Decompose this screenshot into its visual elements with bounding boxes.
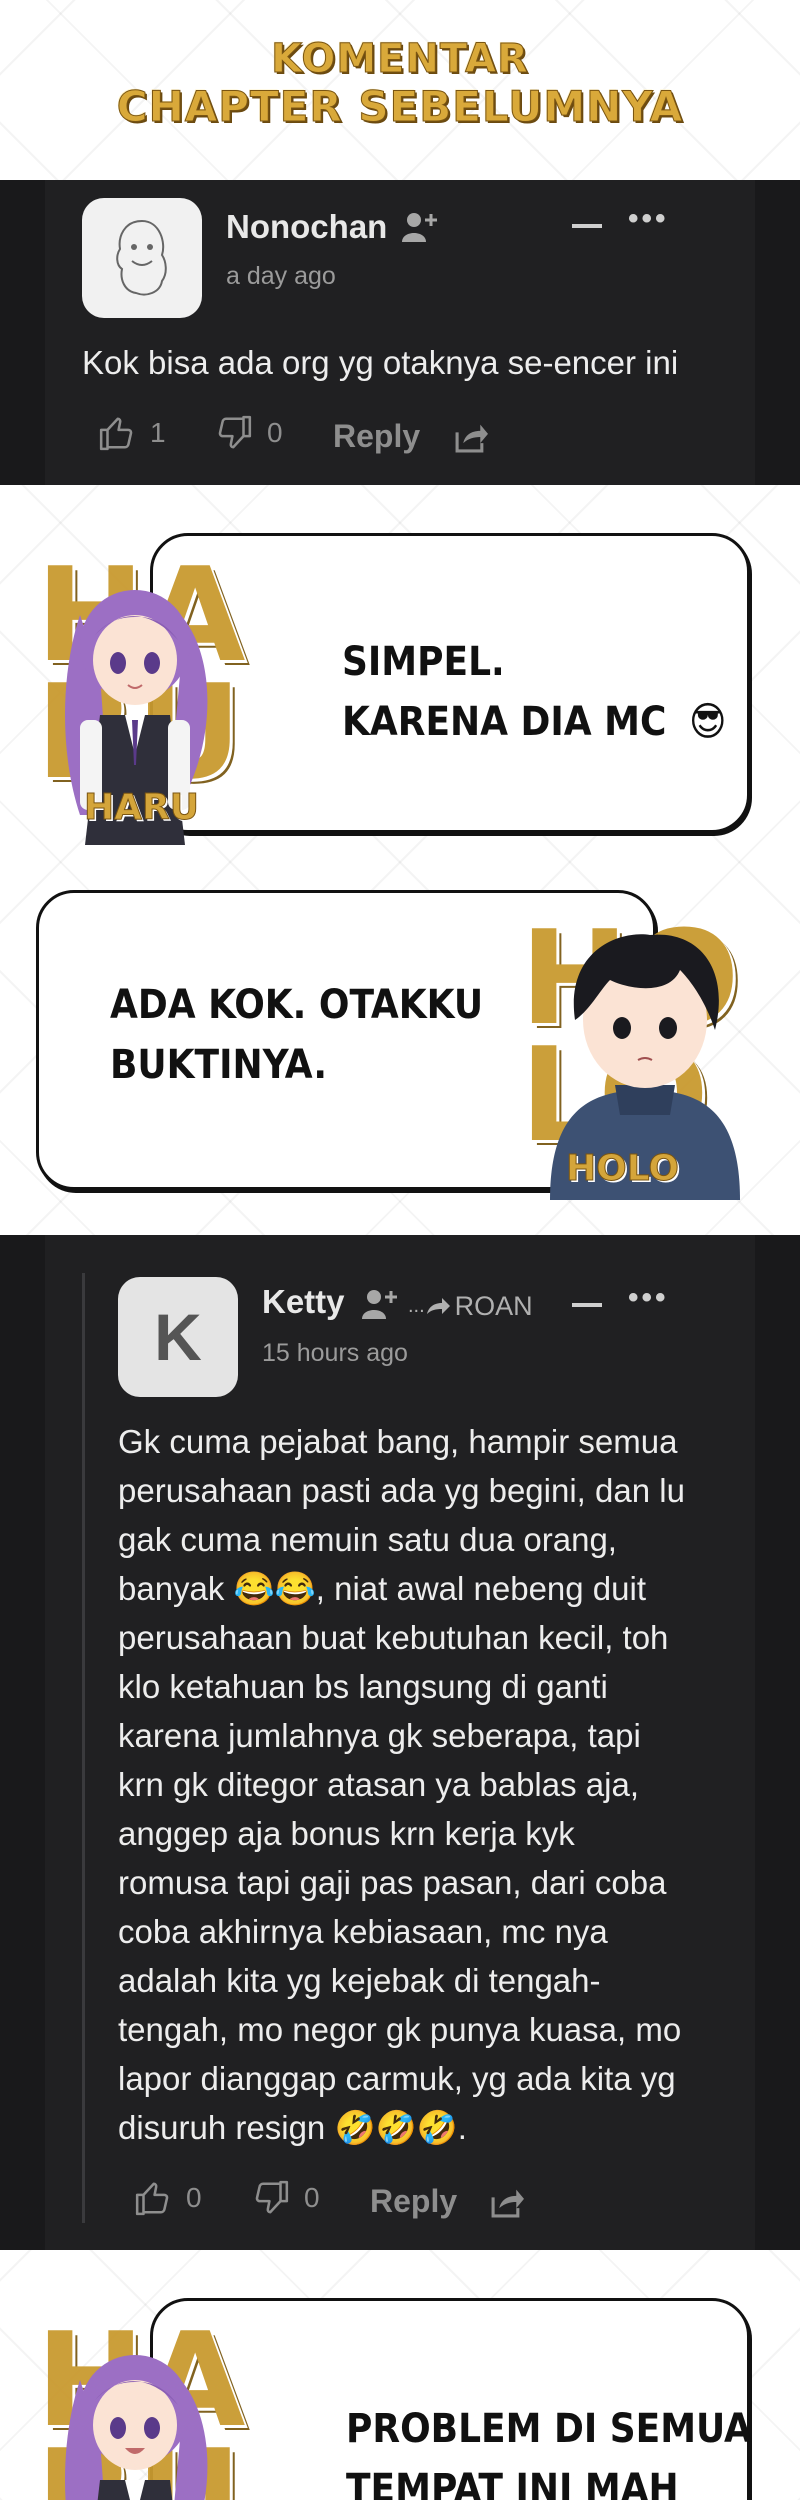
header-title-line2: CHAPTER SEBELUMNYA xyxy=(116,82,684,132)
comment-line: adalah kita yg kejebak di tengah- xyxy=(118,1962,601,1999)
header-banner: KOMENTAR CHAPTER SEBELUMNYA xyxy=(0,0,800,180)
comment-card: Nonochan ••• a day ago Kok bisa ada org … xyxy=(0,180,800,485)
add-user-icon[interactable] xyxy=(400,210,440,244)
comment-line: Gk cuma pejabat bang, hampir semua xyxy=(118,1423,678,1460)
thumbs-down-icon xyxy=(218,415,252,449)
haru-name-label: HARU xyxy=(84,787,200,829)
bubble-line-1: PROBLEM DI SEMUA xyxy=(346,2406,752,2452)
comment-line: banyak 😂😂, niat awal nebeng duit xyxy=(118,1570,646,1607)
comment-line: coba akhirnya kebiasaan, mc nya xyxy=(118,1913,608,1950)
add-user-icon[interactable] xyxy=(360,1287,400,1321)
dislike-button[interactable]: 0 xyxy=(215,414,283,452)
avatar-letter: K xyxy=(154,1300,202,1374)
comment-line: gak cuma nemuin satu dua orang, xyxy=(118,1521,617,1558)
comment-line: karena jumlahnya gk seberapa, tapi xyxy=(118,1717,641,1754)
bubble-line-1: SIMPEL. xyxy=(342,639,505,685)
thread-line xyxy=(82,1273,85,2223)
reply-button[interactable]: Reply xyxy=(370,2183,457,2220)
timestamp: a day ago xyxy=(226,262,336,290)
username[interactable]: Nonochan xyxy=(226,208,387,246)
haru-character-illustration xyxy=(65,2355,208,2500)
like-button[interactable]: 1 xyxy=(98,414,166,452)
bubble-line-2-text: KARENA DIA MC xyxy=(342,699,667,745)
comment-line: perusahaan pasti ada yg begini, dan lu xyxy=(118,1472,685,1509)
collapse-icon[interactable] xyxy=(572,224,602,228)
thumbs-up-icon xyxy=(135,2182,169,2216)
more-icon[interactable]: ••• xyxy=(628,1281,669,1315)
comment-line: anggep aja bonus krn kerja kyk xyxy=(118,1815,575,1852)
ellipsis-text: ... xyxy=(408,1295,425,1317)
share-icon[interactable] xyxy=(488,2185,526,2219)
share-icon[interactable] xyxy=(452,420,490,454)
username[interactable]: Ketty xyxy=(262,1283,345,1321)
holo-dialog-panel: HOLO HOLO ADA KOK. OTAKKU BUKTINYA. xyxy=(0,870,800,1235)
dislike-count: 0 xyxy=(304,2182,320,2213)
comment-line: lapor dianggap carmuk, yg ada kita yg xyxy=(118,2060,676,2097)
comment-line: krn gk ditegor atasan ya bablas aja, xyxy=(118,1766,639,1803)
haru-dialog-panel: HARU PROBLEM DI SEMUA TEMPAT INI MAH xyxy=(0,2250,800,2500)
user-avatar[interactable]: K xyxy=(118,1277,238,1397)
thumbs-up-icon xyxy=(99,417,133,451)
reply-button[interactable]: Reply xyxy=(333,418,420,455)
comment-line: perusahaan buat kebutuhan kecil, toh xyxy=(118,1619,669,1656)
sunglasses-emoji: 😎 xyxy=(688,699,727,745)
dislike-button[interactable]: 0 xyxy=(252,2179,320,2217)
timestamp: 15 hours ago xyxy=(262,1339,408,1367)
thumbs-down-icon xyxy=(255,2180,289,2214)
comment-line: romusa tapi gaji pas pasan, dari coba xyxy=(118,1864,667,1901)
header-title-line1: KOMENTAR xyxy=(271,36,529,83)
bubble-line-2: BUKTINYA. xyxy=(110,1042,328,1088)
ghost-avatar-icon xyxy=(116,219,167,296)
more-icon[interactable]: ••• xyxy=(628,202,669,236)
haru-dialog-panel: HARU HARU SIMPEL. KARENA DIA MC 😎 xyxy=(0,485,800,870)
comment-line: klo ketahuan bs langsung di ganti xyxy=(118,1668,608,1705)
like-count: 0 xyxy=(186,2182,202,2213)
user-avatar[interactable] xyxy=(82,198,202,318)
like-button[interactable]: 0 xyxy=(134,2179,202,2217)
comment-text: Kok bisa ada org yg otaknya se-encer ini xyxy=(82,344,679,381)
comment-line: tengah, mo negor gk punya kuasa, mo xyxy=(118,2011,682,2048)
comment-card: K Ketty ... ROAN ••• 15 hours ago Gk cum… xyxy=(0,1235,800,2250)
holo-name-label: HOLO xyxy=(566,1148,680,1190)
reply-arrow-icon xyxy=(426,1297,450,1314)
like-count: 1 xyxy=(150,417,166,448)
reply-to-label[interactable]: ... ROAN xyxy=(408,1291,533,1322)
comment-line: disuruh resign 🤣🤣🤣. xyxy=(118,2109,467,2146)
bubble-line-1: ADA KOK. OTAKKU xyxy=(110,982,484,1028)
comment-text: Gk cuma pejabat bang, hampir semua perus… xyxy=(118,1417,685,2152)
reply-to-name: ROAN xyxy=(454,1291,533,1321)
bubble-line-2: TEMPAT INI MAH xyxy=(346,2466,679,2500)
collapse-icon[interactable] xyxy=(572,1303,602,1307)
bubble-line-2: KARENA DIA MC 😎 xyxy=(342,693,726,751)
dislike-count: 0 xyxy=(267,417,283,448)
